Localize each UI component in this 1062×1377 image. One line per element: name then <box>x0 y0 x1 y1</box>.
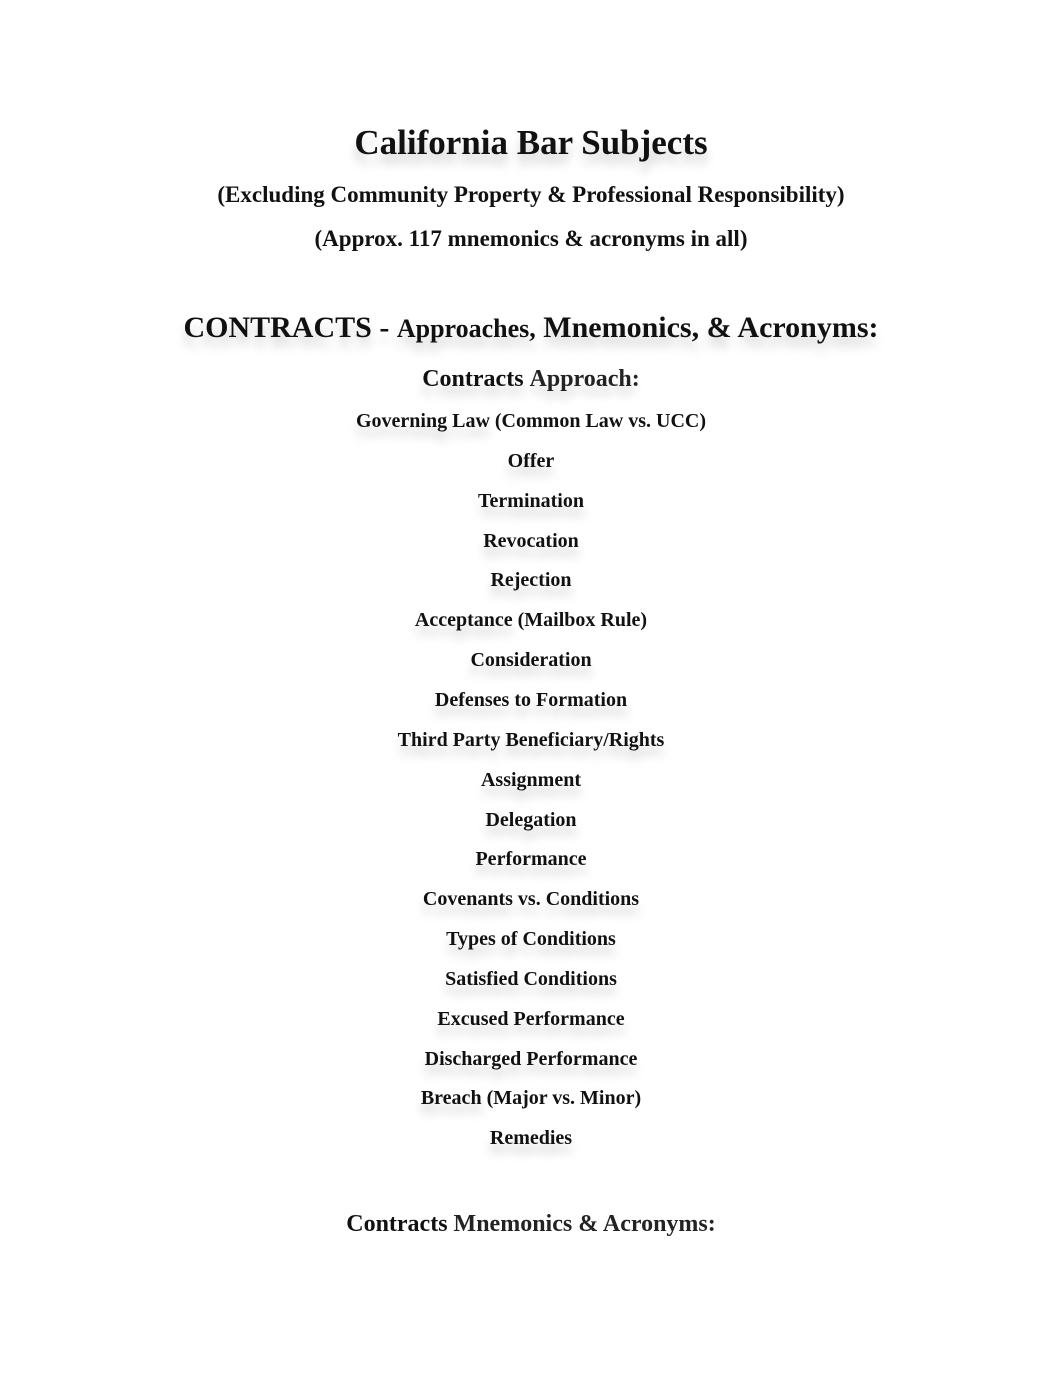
approach-list-item: Termination <box>0 491 1062 511</box>
approach-item-label: Acceptance <box>414 609 513 632</box>
approach-list-item: Consideration <box>0 650 1062 670</box>
section-heading-contracts: CONTRACTS - Approaches, Mnemonics, & Acr… <box>0 313 1062 343</box>
approach-item-label: Offer <box>507 449 555 472</box>
approach-list-item: Remedies <box>0 1128 1062 1148</box>
approach-item-label: Revocation <box>483 529 579 552</box>
approach-list-item: Satisfied Conditions <box>0 969 1062 989</box>
approach-item-label: Third Party Beneficiary/Rights <box>397 728 665 751</box>
approach-heading-bold: Contracts <box>422 366 524 392</box>
approach-item-label: Defenses to Formation <box>434 688 628 711</box>
approach-item-label: Termination <box>478 489 584 512</box>
document-subtitle-count: (Approx. 117 mnemonics & acronyms in all… <box>314 226 748 251</box>
section-heading-main: CONTRACTS - <box>183 311 390 344</box>
approach-list-item: Revocation <box>0 531 1062 551</box>
approach-item-label: Performance <box>475 848 587 871</box>
approach-item-label: Excused Performance <box>437 1007 625 1030</box>
mnemonics-heading-bold: Contracts <box>346 1211 448 1237</box>
approach-list-item: Delegation <box>0 810 1062 830</box>
approach-list-item: Third Party Beneficiary/Rights <box>0 730 1062 750</box>
approach-item-label: Assignment <box>480 768 581 791</box>
approach-item-label: Breach <box>420 1087 482 1110</box>
approach-list-item: Performance <box>0 849 1062 869</box>
approach-list-item: Excused Performance <box>0 1009 1062 1029</box>
approach-item-label: Covenants vs. Conditions <box>422 888 640 911</box>
approach-item-label: Delegation <box>485 808 577 831</box>
approach-item-label: Rejection <box>490 569 572 592</box>
document-subtitle-exclusions: (Excluding Community Property & Professi… <box>217 182 845 207</box>
document-page: California Bar Subjects (Excluding Commu… <box>0 0 1062 1377</box>
approach-item-label: Remedies <box>489 1127 573 1150</box>
approach-item-note: (Major vs. Minor) <box>481 1087 642 1110</box>
section-heading-rest: Mnemonics, & Acronyms: <box>543 311 879 344</box>
approach-list-item: Discharged Performance <box>0 1049 1062 1069</box>
approach-list-item: Acceptance (Mailbox Rule) <box>0 610 1062 630</box>
approach-item-label: Consideration <box>470 649 592 672</box>
approach-item-label: Satisfied Conditions <box>445 967 617 990</box>
approach-list-item: Rejection <box>0 570 1062 590</box>
approach-list-item: Defenses to Formation <box>0 690 1062 710</box>
approach-list-item: Offer <box>0 451 1062 471</box>
approach-list-item: Governing Law (Common Law vs. UCC) <box>0 411 1062 431</box>
document-title: California Bar Subjects <box>354 123 708 162</box>
contracts-mnemonics-heading: Contracts Mnemonics & Acronyms: <box>0 1212 1062 1236</box>
approach-item-label: Types of Conditions <box>446 928 616 951</box>
approach-item-note: (Mailbox Rule) <box>512 609 648 632</box>
approach-item-label: Discharged Performance <box>424 1047 638 1070</box>
approach-heading-rest: Approach: <box>529 366 640 392</box>
approach-list-item: Breach (Major vs. Minor) <box>0 1088 1062 1108</box>
contracts-approach-heading: Contracts Approach: <box>0 367 1062 391</box>
mnemonics-heading-rest: Mnemonics & Acronyms: <box>453 1211 716 1237</box>
approach-item-label: Governing Law <box>355 410 490 432</box>
approach-list-item: Types of Conditions <box>0 929 1062 949</box>
approach-list-item: Covenants vs. Conditions <box>0 889 1062 909</box>
section-heading-approaches: Approaches, <box>396 314 536 343</box>
approach-item-note: (Common Law vs. UCC) <box>489 410 706 432</box>
approach-list-item: Assignment <box>0 770 1062 790</box>
